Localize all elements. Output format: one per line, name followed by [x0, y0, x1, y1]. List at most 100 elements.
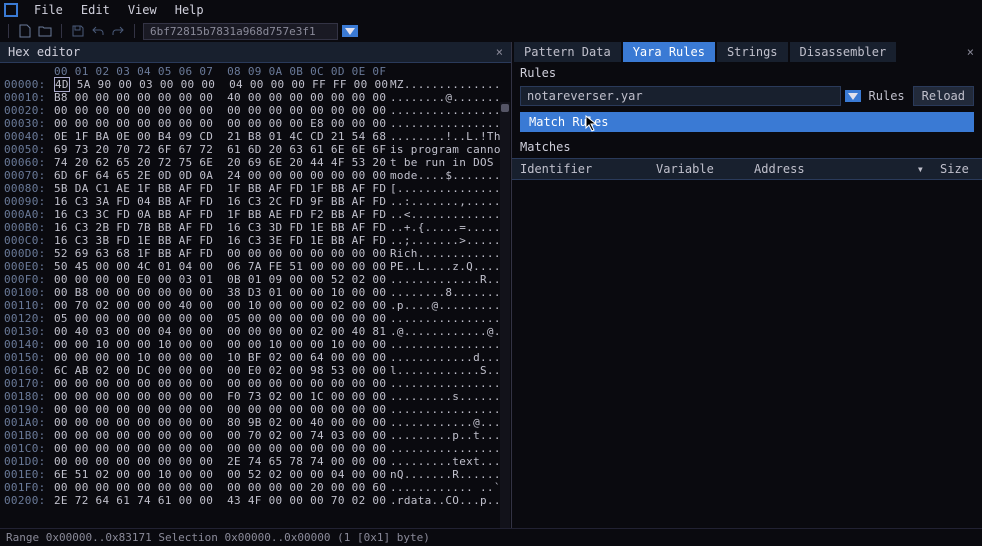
hex-row[interactable]: 00050:69 73 20 70 72 6F 67 72 61 6D 20 6… [4, 143, 507, 156]
hex-bytes[interactable]: 16 C3 3B FD 1E BB AF FD 16 C3 3E FD 1E B… [54, 234, 384, 247]
menu-help[interactable]: Help [167, 1, 212, 19]
new-file-icon[interactable] [17, 23, 33, 39]
scrollbar-thumb[interactable] [501, 104, 509, 112]
hex-bytes[interactable]: 00 40 03 00 00 04 00 00 00 00 00 00 02 0… [54, 325, 384, 338]
scrollbar[interactable] [500, 102, 510, 528]
hex-row[interactable]: 00140:00 00 10 00 00 10 00 00 00 00 10 0… [4, 338, 507, 351]
redo-icon[interactable] [110, 23, 126, 39]
hex-bytes[interactable]: 4D 5A 90 00 03 00 00 00 04 00 00 00 FF F… [54, 78, 384, 91]
hex-row[interactable]: 00010:B8 00 00 00 00 00 00 00 40 00 00 0… [4, 91, 507, 104]
hex-row[interactable]: 00110:00 70 02 00 00 00 40 00 00 10 00 0… [4, 299, 507, 312]
hex-row[interactable]: 00030:00 00 00 00 00 00 00 00 00 00 00 0… [4, 117, 507, 130]
hex-bytes[interactable]: B8 00 00 00 00 00 00 00 40 00 00 00 00 0… [54, 91, 384, 104]
hex-bytes[interactable]: 00 00 00 00 E0 00 03 01 0B 01 09 00 00 5… [54, 273, 384, 286]
th-identifier[interactable]: Identifier [512, 162, 648, 176]
hex-ascii: ................ [390, 442, 501, 455]
close-icon[interactable]: × [496, 45, 503, 59]
hex-row[interactable]: 00070:6D 6F 64 65 2E 0D 0D 0A 24 00 00 0… [4, 169, 507, 182]
hex-bytes[interactable]: 00 00 10 00 00 10 00 00 00 00 10 00 00 1… [54, 338, 384, 351]
hex-bytes[interactable]: 00 00 00 00 00 00 00 00 00 70 02 00 74 0… [54, 429, 384, 442]
hex-bytes[interactable]: 2E 72 64 61 74 61 00 00 43 4F 00 00 00 7… [54, 494, 384, 507]
hex-row[interactable]: 001B0:00 00 00 00 00 00 00 00 00 70 02 0… [4, 429, 507, 442]
hex-bytes[interactable]: 00 B8 00 00 00 00 00 00 38 D3 01 00 00 1… [54, 286, 384, 299]
hex-row[interactable]: 00000:4D 5A 90 00 03 00 00 00 04 00 00 0… [4, 78, 507, 91]
hex-row[interactable]: 000F0:00 00 00 00 E0 00 03 01 0B 01 09 0… [4, 273, 507, 286]
hex-bytes[interactable]: 00 00 00 00 00 00 00 00 00 00 00 00 00 0… [54, 104, 384, 117]
hex-ascii: ................ [390, 403, 501, 416]
hex-bytes[interactable]: 00 00 00 00 00 00 00 00 F0 73 02 00 1C 0… [54, 390, 384, 403]
hex-row[interactable]: 000D0:52 69 63 68 1F BB AF FD 00 00 00 0… [4, 247, 507, 260]
hex-offset: 000F0: [4, 273, 54, 286]
hex-row[interactable]: 00060:74 20 62 65 20 72 75 6E 20 69 6E 2… [4, 156, 507, 169]
hex-row[interactable]: 00120:05 00 00 00 00 00 00 00 05 00 00 0… [4, 312, 507, 325]
hex-bytes[interactable]: 0E 1F BA 0E 00 B4 09 CD 21 B8 01 4C CD 2… [54, 130, 384, 143]
hex-row[interactable]: 000A0:16 C3 3C FD 0A BB AF FD 1F BB AE F… [4, 208, 507, 221]
hex-row[interactable]: 00200:2E 72 64 61 74 61 00 00 43 4F 00 0… [4, 494, 507, 507]
hex-row[interactable]: 00150:00 00 00 00 10 00 00 00 10 BF 02 0… [4, 351, 507, 364]
save-icon[interactable] [70, 23, 86, 39]
hex-bytes[interactable]: 00 00 00 00 00 00 00 00 00 00 00 00 00 0… [54, 442, 384, 455]
hex-bytes[interactable]: 5B DA C1 AE 1F BB AF FD 1F BB AF FD 1F B… [54, 182, 384, 195]
hex-bytes[interactable]: 00 00 00 00 00 00 00 00 00 00 00 00 00 0… [54, 403, 384, 416]
tab-strings[interactable]: Strings [717, 42, 788, 62]
rules-file-input[interactable]: notareverser.yar [520, 86, 841, 106]
hex-offset: 00070: [4, 169, 54, 182]
hex-bytes[interactable]: 16 C3 2B FD 7B BB AF FD 16 C3 3D FD 1E B… [54, 221, 384, 234]
tab-disassembler[interactable]: Disassembler [790, 42, 897, 62]
hex-row[interactable]: 00160:6C AB 02 00 DC 00 00 00 00 E0 02 0… [4, 364, 507, 377]
hex-row[interactable]: 00020:00 00 00 00 00 00 00 00 00 00 00 0… [4, 104, 507, 117]
hex-bytes[interactable]: 00 00 00 00 00 00 00 00 00 00 00 00 E8 0… [54, 117, 384, 130]
hex-bytes[interactable]: 00 00 00 00 00 00 00 00 00 00 00 00 00 0… [54, 377, 384, 390]
hex-row[interactable]: 00080:5B DA C1 AE 1F BB AF FD 1F BB AF F… [4, 182, 507, 195]
th-size[interactable]: Size [932, 162, 982, 176]
th-variable[interactable]: Variable [648, 162, 746, 176]
hex-row[interactable]: 000C0:16 C3 3B FD 1E BB AF FD 16 C3 3E F… [4, 234, 507, 247]
tab-yara-rules[interactable]: Yara Rules [623, 42, 715, 62]
hex-bytes[interactable]: 00 00 00 00 00 00 00 00 00 00 00 00 20 0… [54, 481, 384, 494]
hex-row[interactable]: 001E0:6E 51 02 00 00 10 00 00 00 52 02 0… [4, 468, 507, 481]
hex-row[interactable]: 001F0:00 00 00 00 00 00 00 00 00 00 00 0… [4, 481, 507, 494]
hex-bytes[interactable]: 00 00 00 00 00 00 00 00 80 9B 02 00 40 0… [54, 416, 384, 429]
hex-bytes[interactable]: 6E 51 02 00 00 10 00 00 00 52 02 00 00 0… [54, 468, 384, 481]
hex-bytes[interactable]: 16 C3 3C FD 0A BB AF FD 1F BB AE FD F2 B… [54, 208, 384, 221]
hex-bytes[interactable]: 69 73 20 70 72 6F 67 72 61 6D 20 63 61 6… [54, 143, 384, 156]
hex-bytes[interactable]: 74 20 62 65 20 72 75 6E 20 69 6E 20 44 4… [54, 156, 384, 169]
hex-bytes[interactable]: 52 69 63 68 1F BB AF FD 00 00 00 00 00 0… [54, 247, 384, 260]
th-address[interactable]: Address ▾ [746, 162, 932, 176]
hex-bytes[interactable]: 16 C3 3A FD 04 BB AF FD 16 C3 2C FD 9F B… [54, 195, 384, 208]
menu-edit[interactable]: Edit [73, 1, 118, 19]
hex-bytes[interactable]: 00 00 00 00 00 00 00 00 2E 74 65 78 74 0… [54, 455, 384, 468]
hex-row[interactable]: 00170:00 00 00 00 00 00 00 00 00 00 00 0… [4, 377, 507, 390]
hex-ascii: ........!..L.!Th [390, 130, 501, 143]
hex-offset: 00180: [4, 390, 54, 403]
hex-row[interactable]: 00040:0E 1F BA 0E 00 B4 09 CD 21 B8 01 4… [4, 130, 507, 143]
reload-button[interactable]: Reload [913, 86, 974, 106]
hex-row[interactable]: 000E0:50 45 00 00 4C 01 04 00 06 7A FE 5… [4, 260, 507, 273]
rules-file-dropdown[interactable] [845, 90, 861, 102]
menu-file[interactable]: File [26, 1, 71, 19]
matches-table-body [512, 180, 982, 528]
hex-row[interactable]: 001A0:00 00 00 00 00 00 00 00 80 9B 02 0… [4, 416, 507, 429]
hex-row[interactable]: 00130:00 40 03 00 00 04 00 00 00 00 00 0… [4, 325, 507, 338]
hex-row[interactable]: 001C0:00 00 00 00 00 00 00 00 00 00 00 0… [4, 442, 507, 455]
hex-row[interactable]: 000B0:16 C3 2B FD 7B BB AF FD 16 C3 3D F… [4, 221, 507, 234]
hash-dropdown[interactable] [342, 25, 358, 37]
hex-row[interactable]: 00180:00 00 00 00 00 00 00 00 F0 73 02 0… [4, 390, 507, 403]
hex-bytes[interactable]: 00 00 00 00 10 00 00 00 10 BF 02 00 64 0… [54, 351, 384, 364]
hex-bytes[interactable]: 6D 6F 64 65 2E 0D 0D 0A 24 00 00 00 00 0… [54, 169, 384, 182]
hex-bytes[interactable]: 6C AB 02 00 DC 00 00 00 00 E0 02 00 98 5… [54, 364, 384, 377]
hex-row[interactable]: 00090:16 C3 3A FD 04 BB AF FD 16 C3 2C F… [4, 195, 507, 208]
menu-view[interactable]: View [120, 1, 165, 19]
hex-row[interactable]: 00190:00 00 00 00 00 00 00 00 00 00 00 0… [4, 403, 507, 416]
hex-row[interactable]: 00100:00 B8 00 00 00 00 00 00 38 D3 01 0… [4, 286, 507, 299]
close-icon[interactable]: × [961, 45, 980, 59]
tab-pattern-data[interactable]: Pattern Data [514, 42, 621, 62]
hex-row[interactable]: 001D0:00 00 00 00 00 00 00 00 2E 74 65 7… [4, 455, 507, 468]
hex-bytes[interactable]: 50 45 00 00 4C 01 04 00 06 7A FE 51 00 0… [54, 260, 384, 273]
hex-view[interactable]: 00 01 02 03 04 05 06 07 08 09 0A 0B 0C 0… [0, 63, 511, 528]
open-file-icon[interactable] [37, 23, 53, 39]
hex-bytes[interactable]: 05 00 00 00 00 00 00 00 05 00 00 00 00 0… [54, 312, 384, 325]
hex-bytes[interactable]: 00 70 02 00 00 00 40 00 00 10 00 00 00 0… [54, 299, 384, 312]
match-rules-button[interactable]: Match Rules [520, 112, 974, 132]
undo-icon[interactable] [90, 23, 106, 39]
